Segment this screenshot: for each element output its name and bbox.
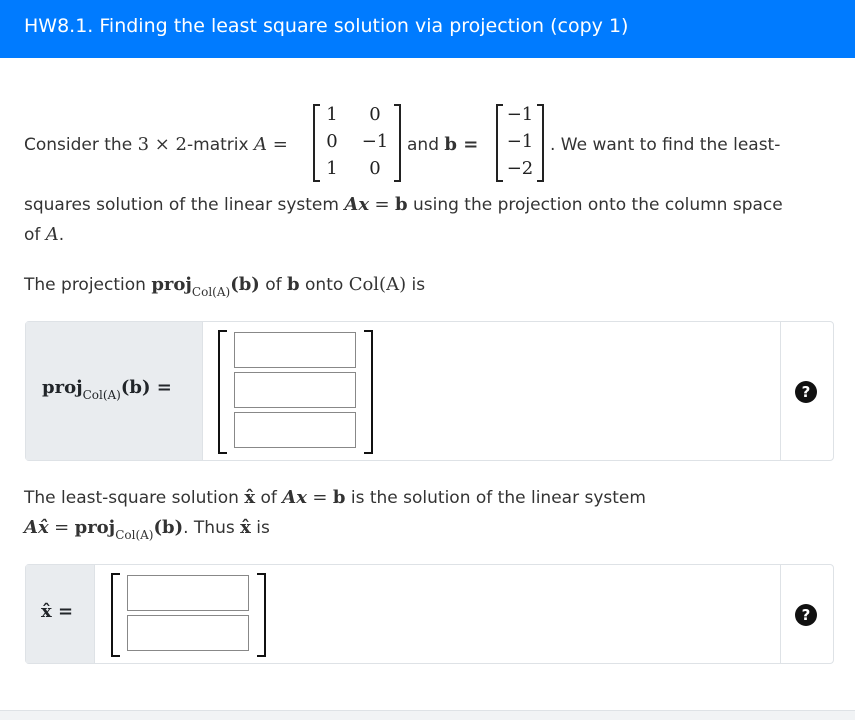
answer-panel-projection: projCol(A)(b) = ? — [25, 321, 834, 461]
math-b: b — [394, 194, 408, 215]
text-want: . We want to find the least- — [550, 135, 781, 155]
answer2-left-bracket — [111, 573, 120, 657]
math-b-eq: b = — [444, 134, 479, 155]
xhat-label: x̂ = — [41, 601, 74, 622]
xhat-input-2[interactable] — [127, 615, 249, 651]
math-xhat: x̂ — [240, 517, 251, 538]
matrix-A-cell: 0 — [369, 104, 381, 125]
projection-input-1[interactable] — [234, 332, 356, 368]
math-eq: = — [312, 487, 328, 508]
vector-b: −1 −1 −2 — [496, 104, 544, 182]
matrix-A-cell: 1 — [326, 158, 338, 179]
text-matrix-word: -matrix — [187, 135, 249, 155]
text-solution-pre: The least-square solution — [24, 488, 239, 508]
matrix-A-left-bracket — [313, 104, 320, 182]
question-title: HW8.1. Finding the least square solution… — [24, 15, 629, 37]
text-line3b: . — [58, 225, 65, 245]
problem-line-1: Consider the 3 × 2-matrix A = — [24, 130, 288, 160]
projection-input-2[interactable] — [234, 372, 356, 408]
text-is: is — [411, 275, 426, 295]
text-and: and — [407, 135, 439, 155]
math-proj-arg: (b) — [153, 517, 184, 538]
math-eq: = — [54, 517, 70, 538]
math-A: A — [45, 224, 59, 245]
label-proj-arg: (b) = — [120, 377, 172, 398]
text-consider: Consider the — [24, 135, 133, 155]
answer-label-xhat: x̂ = — [26, 565, 95, 663]
answer1-right-bracket — [364, 330, 373, 454]
math-b: b — [287, 274, 300, 295]
math-proj-arg: (b) — [230, 274, 260, 295]
math-A-eq: A = — [253, 134, 288, 155]
math-proj-sub: Col(A) — [115, 528, 154, 542]
help-cell-1: ? — [780, 322, 833, 460]
text-projection-pre: The projection — [24, 275, 146, 295]
math-Ax: Ax — [282, 487, 307, 508]
text-line2a: squares solution of the linear system — [24, 195, 339, 215]
math-dims: 3 × 2 — [137, 134, 188, 155]
matrix-A-right-bracket — [394, 104, 401, 182]
vector-b-cell: −1 — [506, 131, 534, 152]
vector-b-right-bracket — [537, 104, 544, 182]
matrix-A-cell: −1 — [361, 131, 389, 152]
problem-want: . We want to find the least- — [550, 130, 780, 160]
text-of: of — [265, 275, 282, 295]
projection-label: projCol(A)(b) = — [42, 377, 172, 402]
matrix-A: 1 0 0 −1 1 0 — [313, 104, 401, 182]
help-icon[interactable]: ? — [795, 381, 817, 403]
math-Ax: Ax — [344, 194, 370, 215]
help-icon[interactable]: ? — [795, 604, 817, 626]
text-solution-post: is the solution of the linear system — [350, 488, 646, 508]
text-line2b: using the projection onto the column spa… — [412, 195, 783, 215]
matrix-A-cell: 0 — [369, 158, 381, 179]
math-b: b — [332, 487, 346, 508]
problem-line-3: of A. — [24, 220, 64, 250]
text-line3a: of — [24, 225, 41, 245]
question-header: HW8.1. Finding the least square solution… — [0, 0, 855, 58]
math-proj: proj — [151, 274, 192, 295]
problem-and-b: and b = — [407, 130, 478, 160]
math-colA: Col(A) — [348, 274, 407, 295]
answer2-right-bracket — [257, 573, 266, 657]
math-Axhat: Ax̂ — [24, 517, 49, 538]
matrix-A-cell: 0 — [326, 131, 338, 152]
projection-input-3[interactable] — [234, 412, 356, 448]
help-cell-2: ? — [780, 565, 833, 663]
answer-panel-xhat: x̂ = ? — [25, 564, 834, 664]
solution-sentence-line-1: The least-square solution x̂ of Ax = b i… — [24, 483, 646, 513]
vector-b-cell: −1 — [506, 104, 534, 125]
label-proj: proj — [42, 377, 83, 398]
projection-sentence: The projection projCol(A)(b) of b onto C… — [24, 270, 425, 301]
answer1-left-bracket — [218, 330, 227, 454]
text-onto: onto — [305, 275, 344, 295]
matrix-A-cell: 1 — [326, 104, 338, 125]
label-proj-sub: Col(A) — [82, 388, 121, 402]
vector-b-cell: −2 — [506, 158, 534, 179]
text-thus: . Thus — [183, 518, 235, 538]
answer-label-projection: projCol(A)(b) = — [26, 322, 203, 460]
math-xhat: x̂ — [244, 487, 256, 508]
problem-line-2: squares solution of the linear system Ax… — [24, 190, 783, 220]
text-of: of — [260, 488, 277, 508]
solution-sentence-line-2: Ax̂ = projCol(A)(b). Thus x̂ is — [24, 513, 270, 544]
math-proj-sub: Col(A) — [191, 285, 231, 299]
math-proj: proj — [74, 517, 116, 538]
xhat-input-1[interactable] — [127, 575, 249, 611]
math-eq: = — [374, 194, 390, 215]
text-is: is — [256, 518, 270, 538]
